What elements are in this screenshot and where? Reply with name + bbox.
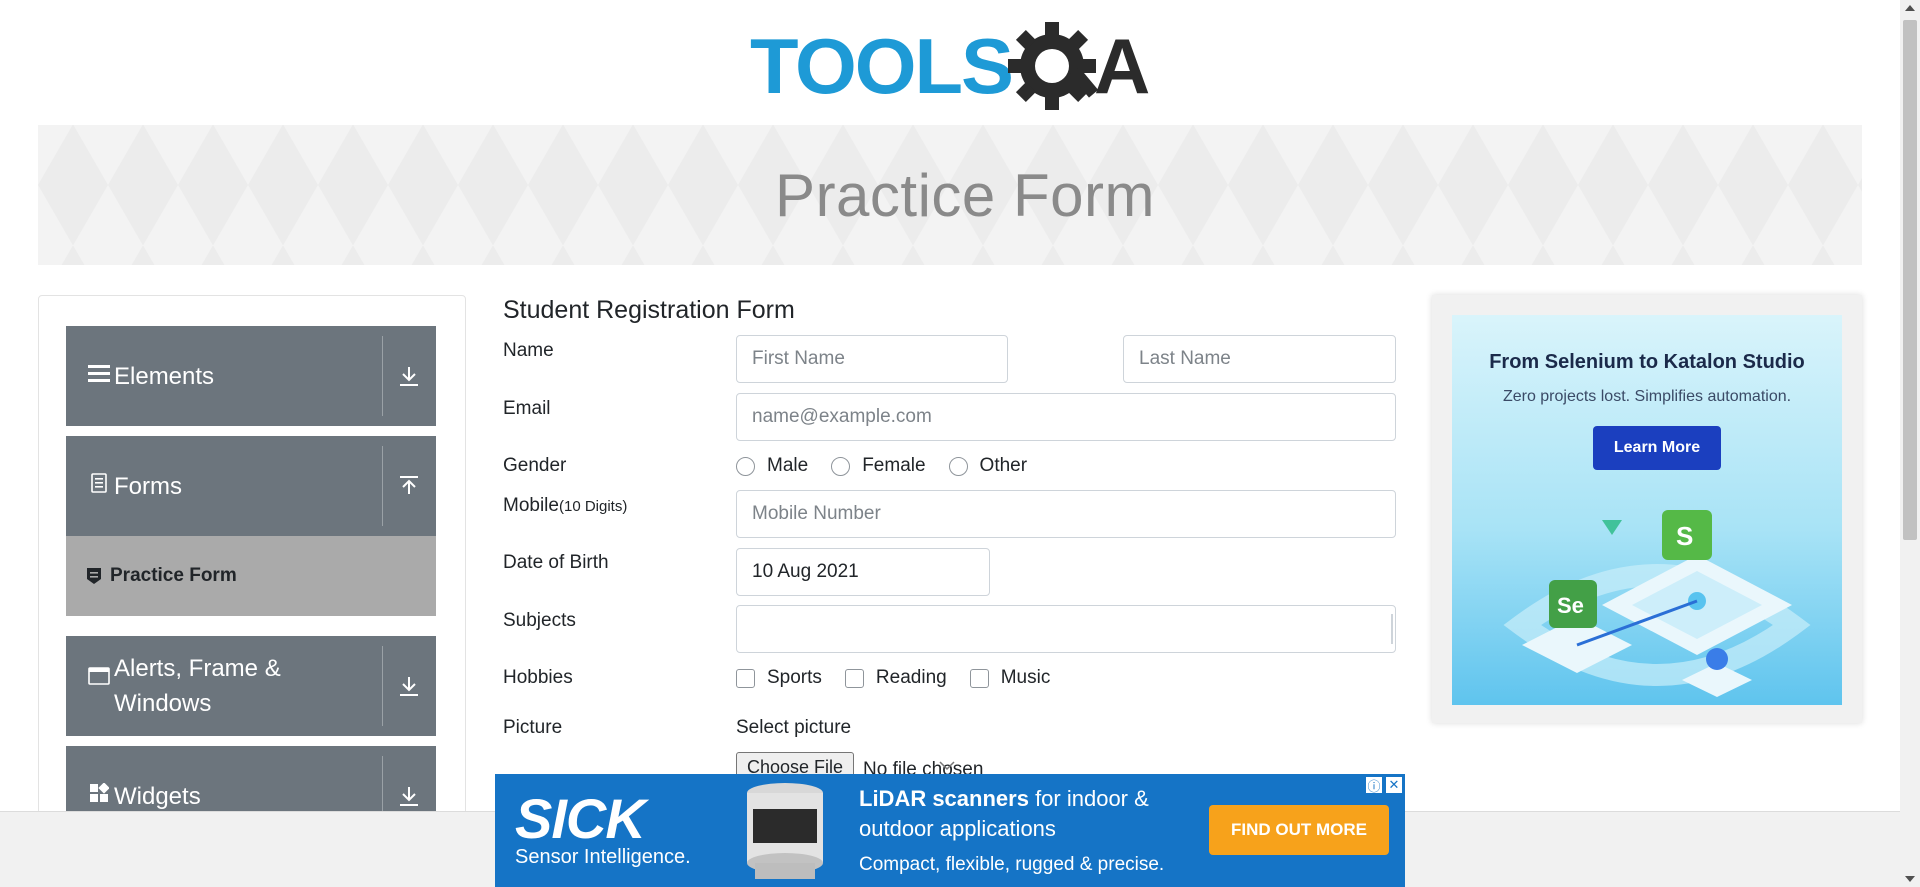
katalon-badge-text: S (1676, 521, 1693, 551)
ad-headline-line1: LiDAR scanners for indoor & (859, 786, 1149, 812)
sidebar-item-practice-form[interactable]: Practice Form (66, 536, 436, 616)
toolsqa-logo[interactable]: TOOLS A (750, 18, 1154, 113)
sick-ad-banner[interactable]: SICK Sensor Intelligence. LiDAR scanners… (495, 774, 1405, 887)
gear-icon (1008, 22, 1099, 110)
ad-info-icon[interactable]: ⓘ (1365, 776, 1383, 795)
chevron-down-icon[interactable] (937, 759, 957, 773)
email-input[interactable] (736, 393, 1396, 441)
mobile-label: Mobile(10 Digits) (503, 495, 627, 517)
ad-illustration: S Se (1503, 510, 1811, 697)
document-icon (86, 473, 112, 499)
sick-tagline: Sensor Intelligence. (515, 846, 691, 868)
hobbies-label: Hobbies (503, 667, 573, 688)
radio-button[interactable] (736, 456, 755, 476)
radio-button[interactable] (948, 456, 968, 476)
gender-radio-group: Male Female Other (736, 455, 1050, 477)
checkbox[interactable] (844, 668, 864, 688)
sidebar-group-forms[interactable]: Forms (66, 436, 436, 536)
menu-icon (86, 363, 112, 389)
ad-content: From Selenium to Katalon Studio Zero pro… (1452, 315, 1842, 705)
logo-text-tools: TOOLS (750, 22, 1012, 110)
ad-title: From Selenium to Katalon Studio (1489, 351, 1805, 373)
hobby-music-option[interactable]: Music (969, 667, 1051, 689)
mobile-input[interactable] (736, 490, 1396, 538)
page-title: Practice Form (775, 161, 1155, 229)
ad-description: Compact, flexible, rugged & precise. (859, 854, 1165, 875)
sidebar: Elements Forms Practice Form Alerts, Fra… (38, 295, 466, 887)
sidebar-group-elements[interactable]: Elements (66, 326, 436, 426)
form-icon (87, 568, 101, 584)
page-banner: Practice Form (38, 125, 1862, 265)
selenium-badge-text: Se (1557, 593, 1584, 618)
checkbox-label: Sports (767, 667, 822, 688)
radio-button[interactable] (831, 456, 851, 476)
upload-arrow-icon[interactable] (382, 436, 436, 536)
checkbox[interactable] (736, 668, 755, 688)
hobby-sports-option[interactable]: Sports (736, 667, 822, 689)
radio-label: Other (979, 455, 1028, 476)
checkbox-label: Reading (875, 667, 947, 688)
scroll-thumb[interactable] (1903, 20, 1917, 540)
gender-label: Gender (503, 455, 567, 476)
ad-close-icon[interactable]: ✕ (1385, 776, 1403, 794)
radio-label: Female (862, 455, 926, 476)
scroll-up-arrow-icon[interactable] (1905, 5, 1915, 11)
sidebar-group-label: Elements (114, 362, 215, 390)
ad-choices: ⓘ ✕ (1365, 776, 1403, 795)
window-icon (86, 666, 112, 691)
download-arrow-icon[interactable] (382, 636, 436, 736)
lidar-scanner-image (747, 783, 823, 879)
ad-headline-rest: for indoor & (1028, 786, 1149, 811)
radio-label: Male (767, 455, 809, 476)
sidebar-group-alerts[interactable]: Alerts, Frame & Windows (66, 636, 436, 736)
sick-logo: SICK (515, 787, 646, 850)
ad-headline-bold: LiDAR scanners (859, 786, 1029, 811)
katalon-ad[interactable]: From Selenium to Katalon Studio Zero pro… (1432, 295, 1862, 723)
select-picture-label: Select picture (736, 717, 852, 738)
mobile-hint: (10 Digits) (558, 498, 628, 515)
last-name-input[interactable] (1123, 335, 1396, 383)
ad-headline-line2: outdoor applications (859, 816, 1056, 841)
scroll-down-arrow-icon[interactable] (1905, 876, 1915, 882)
find-out-more-button[interactable]: FIND OUT MORE (1209, 805, 1389, 855)
dob-label: Date of Birth (503, 552, 609, 573)
sidebar-group-label: Alerts, Frame & Windows (114, 655, 281, 717)
gender-male-option[interactable]: Male (736, 455, 808, 477)
hobby-reading-option[interactable]: Reading (844, 667, 947, 689)
page-scrollbar[interactable] (1900, 0, 1920, 887)
learn-more-button[interactable]: Learn More (1593, 426, 1721, 470)
gender-other-option[interactable]: Other (948, 455, 1028, 477)
name-label: Name (503, 340, 554, 361)
logo-text-a: A (1094, 22, 1150, 110)
sidebar-item-label: Practice Form (110, 565, 237, 586)
subjects-input[interactable] (736, 605, 1396, 653)
download-arrow-icon[interactable] (382, 326, 436, 426)
subjects-label: Subjects (503, 610, 576, 631)
hobbies-checkbox-group: Sports Reading Music (736, 667, 1073, 689)
widgets-icon (86, 782, 112, 809)
checkbox[interactable] (969, 668, 989, 688)
form-title: Student Registration Form (503, 296, 795, 324)
input-divider (1391, 614, 1393, 644)
email-label: Email (503, 398, 551, 419)
mobile-label-text: Mobile (503, 495, 559, 516)
sidebar-group-label: Forms (114, 472, 182, 500)
checkbox-label: Music (1000, 667, 1051, 688)
ad-subtitle: Zero projects lost. Simplifies automatio… (1502, 388, 1792, 405)
picture-label: Picture (503, 717, 563, 738)
gender-female-option[interactable]: Female (831, 455, 926, 477)
sidebar-group-label: Widgets (114, 782, 201, 810)
date-of-birth-input[interactable] (736, 548, 990, 596)
first-name-input[interactable] (736, 335, 1008, 383)
